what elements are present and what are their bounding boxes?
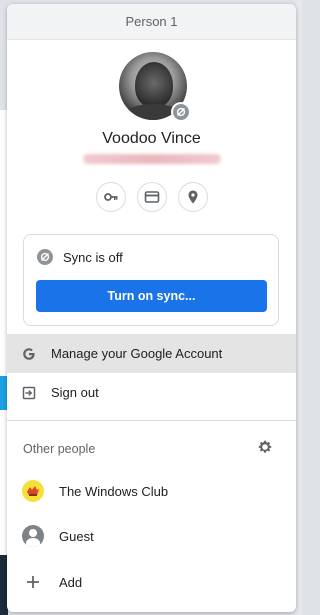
quick-actions-row	[7, 182, 296, 212]
sync-off-icon	[173, 104, 189, 120]
plus-icon	[7, 575, 59, 589]
guest-avatar-icon	[22, 525, 44, 547]
profile-item-guest[interactable]: Guest	[7, 515, 296, 557]
sync-card: Sync is off Turn on sync...	[23, 234, 279, 326]
profile-header: Person 1	[7, 4, 296, 40]
background-page-edge	[296, 0, 302, 615]
addresses-button[interactable]	[177, 182, 208, 212]
google-g-icon	[7, 347, 51, 361]
sync-paused-badge	[171, 102, 191, 122]
gear-icon	[258, 440, 272, 453]
divider	[7, 420, 296, 421]
sync-status-row: Sync is off	[37, 249, 123, 265]
sign-out-item[interactable]: Sign out	[7, 373, 296, 412]
passwords-button[interactable]	[95, 182, 126, 212]
sign-out-label: Sign out	[51, 385, 99, 400]
payment-methods-button[interactable]	[136, 182, 167, 212]
location-pin-icon	[188, 190, 197, 204]
profile-email-redacted	[83, 154, 221, 164]
manage-google-account-item[interactable]: Manage your Google Account	[7, 334, 296, 373]
key-icon	[103, 193, 117, 201]
sync-off-icon	[37, 249, 53, 265]
person-name: Guest	[59, 528, 94, 544]
sign-out-icon	[7, 386, 51, 400]
other-people-heading: Other people	[23, 442, 96, 456]
sync-status-text: Sync is off	[63, 249, 123, 265]
profile-header-title: Person 1	[125, 14, 178, 29]
twc-avatar-icon	[22, 480, 44, 502]
profile-item-the-windows-club[interactable]: The Windows Club	[7, 470, 296, 512]
turn-on-sync-button[interactable]: Turn on sync...	[36, 280, 267, 312]
profile-avatar-container	[119, 52, 191, 122]
manage-people-button[interactable]	[256, 438, 274, 456]
profile-name: Voodoo Vince	[102, 130, 201, 147]
add-person-button[interactable]: Add	[7, 561, 296, 603]
manage-account-label: Manage your Google Account	[51, 346, 223, 361]
person-name: The Windows Club	[59, 483, 169, 499]
profile-menu-popup: Person 1 Voodoo Vince Sync is off Turn o…	[7, 4, 296, 612]
add-person-label: Add	[59, 574, 83, 590]
credit-card-icon	[144, 191, 159, 203]
